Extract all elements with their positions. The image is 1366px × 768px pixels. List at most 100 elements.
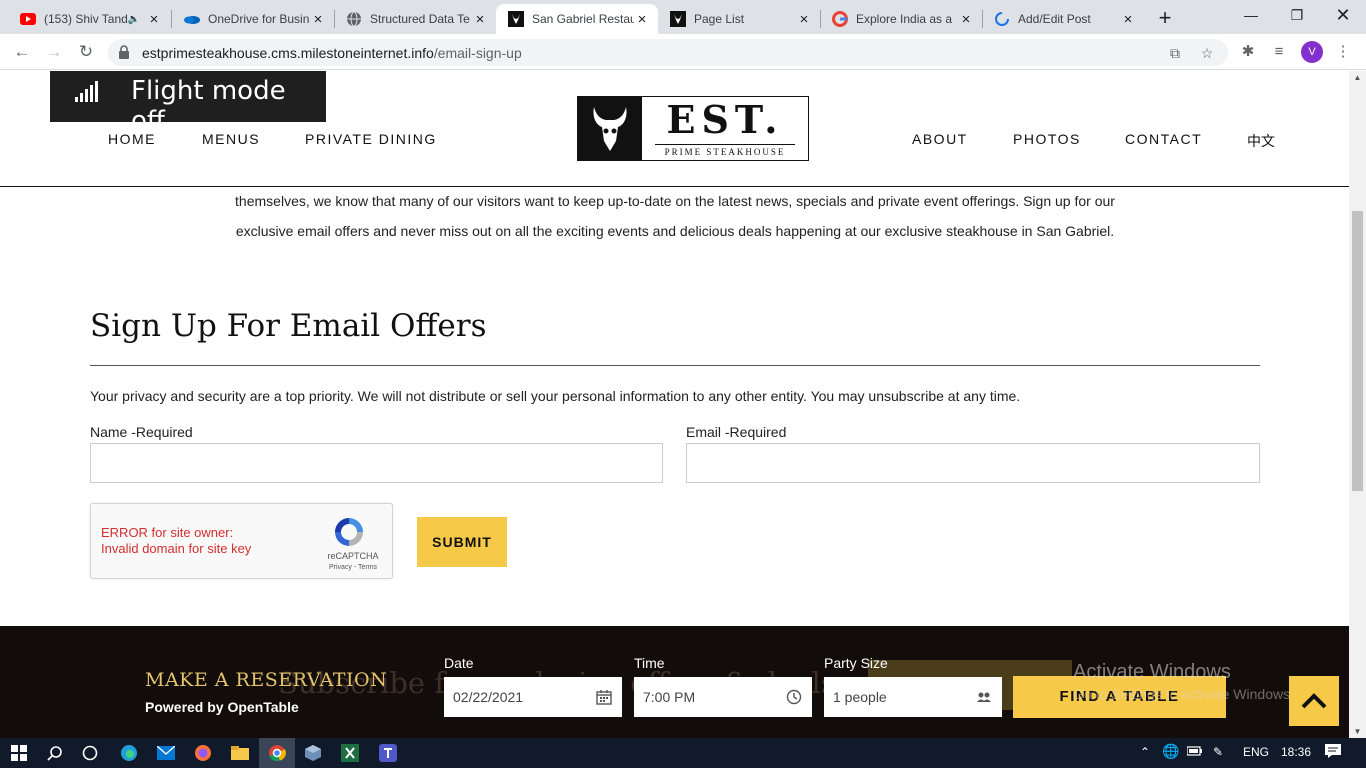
url-host: estprimesteakhouse.cms.milestoneinternet… <box>142 45 434 61</box>
chrome-icon[interactable] <box>266 742 288 764</box>
party-size-field[interactable]: 1 people <box>824 677 1002 717</box>
notifications-icon[interactable] <box>1325 744 1341 761</box>
address-bar[interactable]: estprimesteakhouse.cms.milestoneinternet… <box>108 39 1228 66</box>
google-icon <box>832 11 848 27</box>
url-path: /email-sign-up <box>433 45 522 61</box>
mail-icon[interactable] <box>155 742 177 764</box>
tab-structured-data[interactable]: Structured Data Te × <box>334 4 496 34</box>
nav-about[interactable]: ABOUT <box>912 131 968 147</box>
close-icon[interactable]: × <box>958 11 974 28</box>
recaptcha-brand: reCAPTCHA <box>327 551 379 561</box>
tab-youtube[interactable]: (153) Shiv Tand 🔈 × <box>8 4 170 34</box>
time-field[interactable]: 7:00 PM <box>634 677 812 717</box>
logo-subtitle: PRIME STEAKHOUSE <box>655 144 795 157</box>
profile-avatar[interactable]: V <box>1301 41 1323 63</box>
close-icon[interactable]: × <box>310 11 326 28</box>
name-field[interactable] <box>90 443 663 483</box>
file-explorer-icon[interactable] <box>229 742 251 764</box>
nav-chinese[interactable]: 中文 <box>1247 131 1275 151</box>
reservation-title: MAKE A RESERVATION <box>145 669 388 691</box>
recaptcha-links[interactable]: Privacy - Terms <box>321 564 385 571</box>
translate-icon[interactable]: ⧉ <box>1166 44 1184 62</box>
bookmark-star-icon[interactable]: ☆ <box>1198 44 1216 62</box>
nav-photos[interactable]: PHOTOS <box>1013 131 1081 147</box>
extensions-icon[interactable]: ✱ <box>1237 41 1259 63</box>
speaker-icon[interactable]: 🔈 <box>128 14 140 25</box>
task-view-icon[interactable] <box>79 742 101 764</box>
onedrive-icon <box>184 11 200 27</box>
browser-toolbar: ← → ↻ estprimesteakhouse.cms.milestonein… <box>0 34 1366 70</box>
tab-title: Structured Data Te <box>370 12 470 26</box>
email-field[interactable] <box>686 443 1260 483</box>
recaptcha-error-line-1: ERROR for site owner: <box>101 525 234 540</box>
toast-text: Flight mode off <box>131 76 286 136</box>
submit-button[interactable]: SUBMIT <box>417 517 507 567</box>
tab-add-edit-post[interactable]: Add/Edit Post × <box>982 4 1144 34</box>
nav-contact[interactable]: CONTACT <box>1125 131 1202 147</box>
party-size-value: 1 people <box>833 689 887 705</box>
intro-text: themselves, we know that many of our vis… <box>150 186 1200 246</box>
tab-san-gabriel[interactable]: San Gabriel Restau × <box>496 4 658 34</box>
calendar-icon[interactable] <box>596 689 612 705</box>
new-tab-button[interactable]: + <box>1152 6 1178 32</box>
media-control-icon[interactable]: ≡ <box>1268 41 1290 63</box>
date-label: Date <box>444 655 474 671</box>
scroll-up-arrow-icon[interactable]: ▲ <box>1349 71 1366 85</box>
date-value: 02/22/2021 <box>453 689 524 705</box>
edge-icon[interactable] <box>118 742 140 764</box>
excel-icon[interactable] <box>339 742 361 764</box>
scroll-to-top-button[interactable] <box>1289 676 1339 726</box>
tray-chevron-icon[interactable]: ⌃ <box>1140 745 1150 759</box>
battery-icon[interactable] <box>1186 745 1203 759</box>
close-icon[interactable]: × <box>146 11 162 28</box>
tab-onedrive[interactable]: OneDrive for Busin × <box>172 4 334 34</box>
minimize-button[interactable]: — <box>1228 0 1274 30</box>
clock-icon[interactable] <box>786 689 802 705</box>
close-icon[interactable]: × <box>472 11 488 28</box>
recaptcha-error-line-2: Invalid domain for site key <box>101 541 252 556</box>
close-icon[interactable]: × <box>634 11 650 28</box>
restore-button[interactable]: ❐ <box>1274 0 1320 30</box>
close-window-button[interactable]: ✕ <box>1320 0 1366 30</box>
powered-by-opentable: Powered by OpenTable <box>145 699 299 715</box>
search-icon[interactable] <box>44 742 66 764</box>
pen-icon[interactable]: ✎ <box>1213 745 1223 759</box>
clock-time[interactable]: 18:36 <box>1281 745 1311 759</box>
flight-mode-toast: Flight mode off <box>50 71 326 136</box>
windows-start-icon[interactable] <box>8 742 30 764</box>
intro-line-2: exclusive email offers and never miss ou… <box>235 223 1115 239</box>
scroll-down-arrow-icon[interactable]: ▼ <box>1349 725 1366 739</box>
windows-taskbar: ⌃ 🌐 ✎ ENG 18:36 <box>0 738 1366 768</box>
close-icon[interactable]: × <box>796 11 812 28</box>
menu-icon[interactable]: ⋮ <box>1332 41 1354 63</box>
est-logo-icon <box>670 11 686 27</box>
activate-windows-watermark: Activate Windows <box>1073 661 1231 683</box>
firefox-icon[interactable] <box>192 742 214 764</box>
input-language[interactable]: ENG <box>1243 745 1269 759</box>
page-scrollbar[interactable]: ▲ ▼ <box>1349 71 1366 739</box>
reload-button[interactable]: ↻ <box>74 40 98 64</box>
youtube-icon <box>20 11 36 27</box>
tab-strip: (153) Shiv Tand 🔈 × OneDrive for Busin ×… <box>0 0 1366 34</box>
recaptcha-widget[interactable]: ERROR for site owner: Invalid domain for… <box>90 503 393 579</box>
chevron-up-icon <box>1301 693 1327 709</box>
page-title: Sign Up For Email Offers <box>90 308 487 344</box>
party-size-label: Party Size <box>824 655 888 671</box>
privacy-text: Your privacy and security are a top prio… <box>90 388 1021 404</box>
intro-line-1: themselves, we know that many of our vis… <box>235 193 1115 209</box>
date-field[interactable]: 02/22/2021 <box>444 677 622 717</box>
bull-logo-icon <box>578 97 642 160</box>
scrollbar-thumb[interactable] <box>1352 211 1363 491</box>
teams-icon[interactable] <box>377 742 399 764</box>
virtualbox-icon[interactable] <box>302 742 324 764</box>
tab-explore-india[interactable]: Explore India as a × <box>820 4 982 34</box>
tab-page-list[interactable]: Page List × <box>658 4 820 34</box>
people-icon[interactable] <box>976 689 992 705</box>
logo-wordmark: EST. <box>666 97 784 142</box>
back-button[interactable]: ← <box>10 40 34 64</box>
network-globe-icon[interactable]: 🌐 <box>1162 743 1179 760</box>
forward-button[interactable]: → <box>42 40 66 64</box>
globe-icon <box>346 11 362 27</box>
site-logo[interactable]: EST. PRIME STEAKHOUSE <box>577 96 809 161</box>
close-icon[interactable]: × <box>1120 11 1136 28</box>
